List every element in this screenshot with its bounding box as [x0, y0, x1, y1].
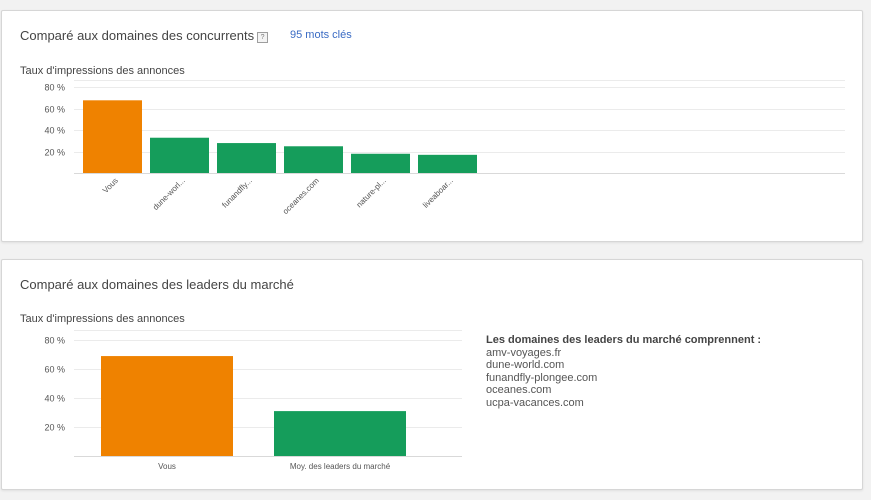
y-tick-label: 60 %: [44, 105, 65, 115]
bar: [150, 137, 209, 173]
x-tick-label: Moy. des leaders du marché: [290, 462, 391, 471]
leaders-card: Comparé aux domaines des leaders du marc…: [1, 259, 863, 490]
y-tick-label: 60 %: [44, 365, 65, 375]
y-tick-label: 40 %: [44, 126, 65, 136]
x-tick-label: liveaboar...: [421, 176, 455, 210]
bar: [351, 153, 410, 173]
y-tick-label: 80 %: [44, 83, 65, 93]
leaders-list: Les domaines des leaders du marché compr…: [486, 334, 761, 409]
x-tick-label: nature-pl...: [355, 176, 388, 209]
leader-domain: oceanes.com: [486, 384, 552, 396]
competitors-chart: 20 % 40 % 60 % 80 % Vous dune-worl... funandfl…: [44, 80, 845, 216]
x-tick-label: dune-worl...: [151, 176, 187, 212]
x-tick-label: oceanes.com: [281, 176, 321, 216]
x-tick-label: Vous: [158, 462, 176, 471]
leader-domain: ucpa-vacances.com: [486, 396, 584, 409]
bar: [418, 154, 477, 173]
competitors-card: Comparé aux domaines des concurrents? 95…: [1, 10, 863, 242]
leader-domain: funandfly-plongee.com: [486, 371, 598, 384]
bar: [83, 100, 142, 173]
x-tick-label: Vous: [101, 176, 120, 195]
leader-domain: amv-voyages.fr: [486, 346, 562, 359]
y-tick-label: 20 %: [44, 148, 65, 158]
x-tick-label: funandfly...: [220, 176, 254, 210]
y-tick-label: 80 %: [44, 336, 65, 346]
y-tick-label: 20 %: [44, 423, 65, 433]
y-tick-label: 40 %: [44, 394, 65, 404]
bar: [101, 356, 233, 456]
bar: [217, 143, 276, 173]
bar: [274, 411, 406, 456]
bar: [284, 146, 343, 173]
leaders-list-title: Les domaines des leaders du marché compr…: [486, 334, 762, 346]
leader-domain: dune-world.com: [486, 359, 565, 371]
